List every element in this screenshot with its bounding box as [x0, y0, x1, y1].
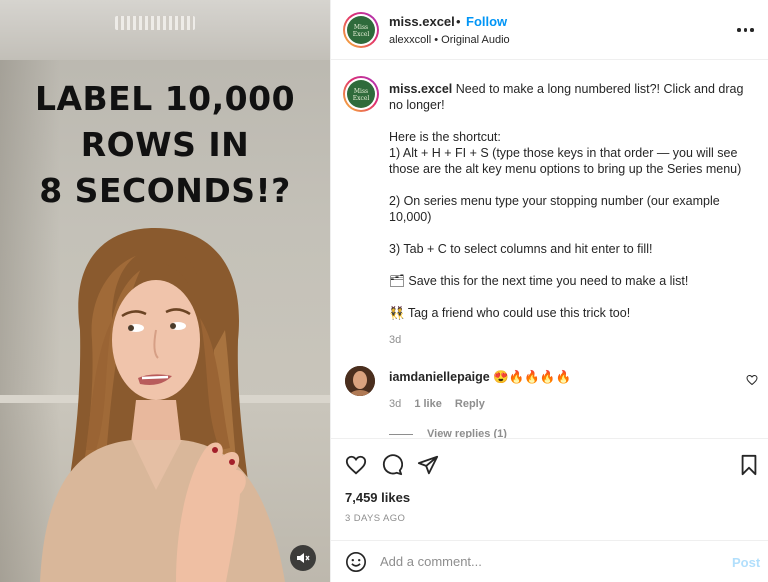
view-replies-button[interactable]: View replies (1) — [389, 428, 507, 438]
overlay-line-3: 8 SECONDS!? — [39, 171, 291, 210]
post-caption: miss.excel Need to make a long numbered … — [389, 81, 759, 321]
comment-like-icon[interactable] — [746, 374, 758, 386]
tag-emoji: 👯 — [389, 306, 405, 320]
caption-step-3: 3) Tab + C to select columns and hit ent… — [389, 242, 653, 256]
add-comment-bar: Post — [331, 540, 768, 582]
replies-divider-line — [389, 433, 413, 435]
caption-avatar[interactable]: Miss Excel — [343, 76, 379, 112]
post-date: 3 DAYS AGO — [345, 513, 406, 524]
comment-time: 3d — [389, 398, 402, 410]
likes-count[interactable]: 7,459 likes — [345, 490, 410, 505]
overlay-line-1: LABEL 10,000 — [34, 79, 296, 118]
video-overlay-text: LABEL 10,000 ROWS IN 8 SECONDS!? — [0, 76, 330, 214]
caption-shortcut-heading: Here is the shortcut: — [389, 130, 501, 144]
bookmark-icon[interactable] — [739, 454, 759, 476]
caption-tag-text: Tag a friend who could use this trick to… — [407, 306, 631, 320]
author-username[interactable]: miss.excel — [389, 14, 455, 29]
speaker-muted-icon — [297, 553, 310, 563]
post-header: Miss Excel miss.excel • Follow alexxcoll… — [331, 0, 768, 60]
miss-excel-logo: Miss Excel — [347, 80, 375, 108]
reply-button[interactable]: Reply — [455, 398, 485, 410]
author-avatar[interactable]: Miss Excel — [343, 12, 379, 48]
audio-info[interactable]: alexxcoll • Original Audio — [389, 34, 510, 46]
comment-meta: 3d 1 like Reply — [389, 398, 495, 410]
caption-save-text: Save this for the next time you need to … — [408, 274, 689, 288]
commenter-username[interactable]: iamdaniellepaige — [389, 370, 490, 384]
view-replies-label[interactable]: View replies (1) — [427, 428, 507, 438]
mute-button[interactable] — [290, 545, 316, 571]
caption-username[interactable]: miss.excel — [389, 82, 452, 96]
overlay-line-2: ROWS IN — [80, 125, 250, 164]
comment-input[interactable] — [380, 554, 710, 569]
emoji-picker-icon[interactable] — [345, 551, 367, 573]
follow-button[interactable]: Follow — [466, 14, 507, 29]
comments-area[interactable]: Miss Excel miss.excel Need to make a lon… — [331, 60, 768, 438]
comment-likes[interactable]: 1 like — [414, 398, 442, 410]
commenter-avatar[interactable] — [345, 366, 375, 396]
audio-separator: • — [434, 34, 439, 46]
more-options-icon[interactable] — [737, 22, 755, 38]
audio-title[interactable]: Original Audio — [441, 34, 510, 46]
commenter-photo — [345, 366, 375, 396]
post-comment-button[interactable]: Post — [732, 555, 760, 570]
comment: iamdaniellepaige 😍🔥🔥🔥🔥 — [389, 370, 571, 385]
comment-bubble-icon[interactable] — [381, 454, 403, 476]
separator-dot: • — [456, 14, 461, 29]
miss-excel-logo: Miss Excel — [347, 16, 375, 44]
caption-step-1: 1) Alt + H + FI + S (type those keys in … — [389, 146, 742, 176]
post-panel: Miss Excel miss.excel • Follow alexxcoll… — [330, 0, 768, 582]
save-emoji: 🗂 — [389, 274, 405, 288]
audio-user[interactable]: alexxcoll — [389, 34, 431, 46]
post-actions: 7,459 likes 3 DAYS AGO — [331, 438, 768, 540]
comment-text: 😍🔥🔥🔥🔥 — [493, 370, 572, 384]
caption-time: 3d — [389, 334, 402, 346]
caption-step-2: 2) On series menu type your stopping num… — [389, 194, 720, 224]
like-heart-icon[interactable] — [345, 454, 367, 476]
share-send-icon[interactable] — [417, 454, 439, 476]
reel-video[interactable]: LABEL 10,000 ROWS IN 8 SECONDS!? — [0, 0, 330, 582]
